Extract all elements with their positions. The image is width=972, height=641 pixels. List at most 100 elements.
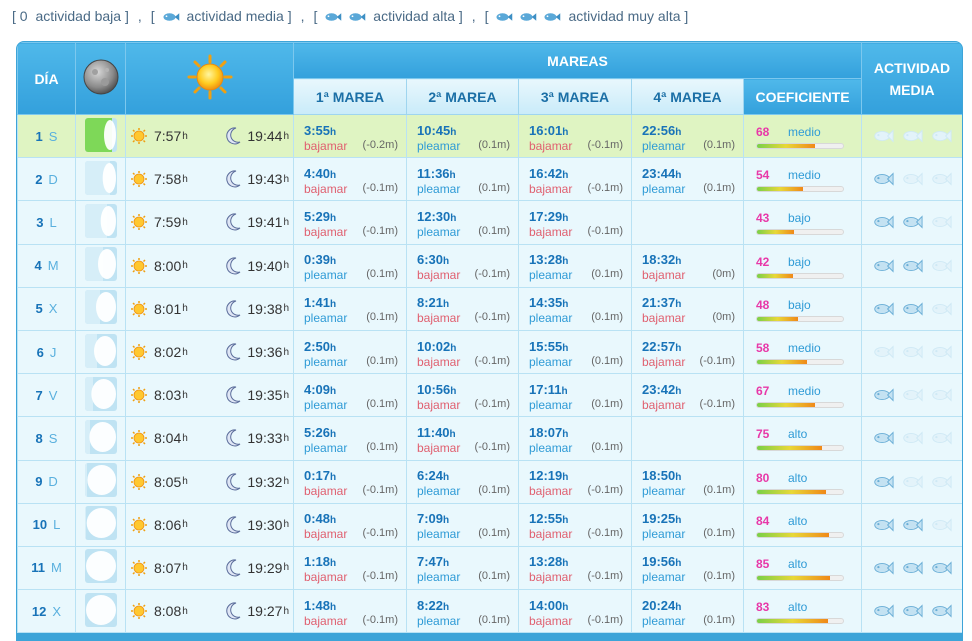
day-row[interactable]: 10 L 8:06 h 19:30 h 0:48h bajamar (-0.1m) 7:09h pl…: [17, 502, 962, 547]
day-number: 12: [31, 603, 47, 619]
tide-type: bajamar: [304, 138, 348, 153]
tide-time: 0:39: [304, 252, 331, 268]
day-number: 4: [34, 258, 42, 274]
tide-time: 16:01: [529, 122, 563, 138]
day-cell: 1S: [17, 113, 76, 159]
coef-bar: [756, 143, 844, 150]
coeficiente-cell: 84 alto: [742, 502, 863, 547]
legend-bracket-close: ]: [458, 8, 463, 24]
hour-unit: h: [330, 385, 337, 397]
fish-inactive-icon: [873, 129, 894, 143]
day-row[interactable]: 6 J 8:02 h 19:36 h 2:50h pleamar (0.1m) 10:02h baj…: [17, 329, 962, 375]
coef-value: 67: [756, 384, 770, 399]
tide-height: (0.1m): [478, 181, 510, 194]
activity-cell: [861, 113, 962, 159]
coef-value: 84: [756, 513, 770, 528]
moon-phase-icon: [84, 160, 117, 195]
tide-time: 17:11: [529, 381, 562, 397]
sunset-moon-icon: [226, 559, 241, 577]
tide-cell: 19:25h pleamar (0.1m): [631, 502, 744, 547]
coef-bar-fill: [757, 403, 815, 408]
coef-word: bajo: [788, 297, 811, 312]
sunset-moon-icon: [226, 213, 241, 231]
sun-times-cell: 8:03 h 19:35 h: [125, 373, 294, 418]
tide-cell: 8:22h pleamar (0.1m): [406, 589, 519, 634]
activity-cell: [861, 545, 962, 591]
tide-height: (0.1m): [366, 440, 398, 453]
tide-height: (0.1m): [366, 311, 398, 324]
tide-time: 19:25: [642, 511, 676, 527]
sun-times-cell: 8:07 h 19:29 h: [125, 545, 294, 591]
coef-value: 42: [756, 254, 770, 269]
coeficiente-cell: 85 alto: [742, 545, 863, 591]
day-row[interactable]: 1 S 7:57 h 19:44 h 3:55h bajamar (-0.2m) 10:45h pl…: [17, 113, 962, 159]
tide-height: (-0.1m): [587, 570, 623, 583]
hour-unit: h: [450, 126, 457, 138]
day-row[interactable]: 4 M 8:00 h 19:40 h 0:39h pleamar (0.1m) 6:30h baja…: [17, 243, 962, 288]
sunset-moon-icon: [226, 170, 241, 188]
day-row[interactable]: 2 D 7:58 h 19:43 h 4:40h bajamar (-0.1m) 11:36h pl…: [17, 157, 962, 202]
day-row[interactable]: 7 V 8:03 h 19:35 h 4:09h pleamar (0.1m) 10:56h baj…: [17, 373, 962, 418]
header-marea-2: 2ª MAREA: [406, 78, 519, 115]
hour-unit: h: [675, 299, 682, 311]
sunrise-time: 8:01: [154, 300, 182, 317]
coeficiente-cell: 80 alto: [742, 459, 863, 504]
weekday: V: [48, 387, 58, 403]
fish-inactive-icon: [903, 172, 923, 186]
hour-unit: h: [182, 432, 188, 444]
tide-time: 18:50: [642, 468, 676, 484]
day-cell: 9D: [17, 459, 76, 504]
sunrise-icon: [131, 257, 147, 274]
header-coeficiente: COEFICIENTE: [742, 78, 863, 115]
tide-type: bajamar: [417, 397, 461, 412]
tide-time: 23:44: [642, 165, 676, 181]
tide-height: (-0.1m): [474, 397, 510, 410]
hour-unit: h: [561, 385, 568, 397]
tide-type: pleamar: [642, 138, 686, 153]
moon-phase-icon: [84, 203, 117, 238]
fish-active-icon: [932, 561, 952, 575]
weekday: S: [48, 128, 58, 144]
coef-value: 43: [756, 211, 770, 226]
tide-type: bajamar: [529, 613, 573, 628]
coef-bar-fill: [757, 230, 794, 235]
day-row[interactable]: 8 S 8:04 h 19:33 h 5:26h pleamar (0.1m) 11:40h baj…: [17, 416, 962, 461]
day-row[interactable]: 5 X 8:01 h 19:38 h 1:41h pleamar (0.1m) 8:21h baja…: [17, 286, 962, 331]
hour-unit: h: [449, 428, 456, 440]
hour-unit: h: [443, 256, 450, 268]
day-number: 6: [36, 344, 44, 360]
tide-time: 0:48: [304, 511, 331, 527]
tide-cell: 17:29h bajamar (-0.1m): [518, 200, 632, 245]
day-cell: 3L: [17, 200, 76, 245]
sunset-time: 19:40: [247, 257, 283, 274]
hour-unit: h: [283, 432, 289, 444]
hour-unit: h: [182, 389, 188, 401]
sun-times-cell: 8:01 h 19:38 h: [125, 286, 294, 331]
tide-type: bajamar: [417, 440, 461, 455]
day-row[interactable]: 12 X 8:08 h 19:27 h 1:48h bajamar (-0.1m) 8:22h pl…: [17, 589, 962, 634]
tide-time: 20:24: [642, 597, 676, 613]
tide-type: pleamar: [304, 354, 348, 369]
sunset-time: 19:41: [247, 214, 283, 231]
hour-unit: h: [182, 476, 188, 488]
tide-cell: 11:40h bajamar (-0.1m): [406, 416, 519, 461]
day-row[interactable]: 11 M 8:07 h 19:29 h 1:18h bajamar (-0.1m) 7:47h pl…: [17, 545, 962, 591]
tide-height: (0.1m): [478, 527, 510, 540]
legend-label: actividad muy alta: [568, 8, 681, 24]
day-cell: 12 X: [17, 589, 76, 634]
sunrise-icon: [131, 128, 147, 145]
hour-unit: h: [562, 515, 569, 527]
tide-time: 14:35: [529, 295, 563, 311]
day-row[interactable]: 9 D 8:05 h 19:32 h 0:17h bajamar (-0.1m) 6:24h ple…: [17, 459, 962, 504]
tide-type: pleamar: [529, 397, 573, 412]
hour-unit: h: [675, 601, 682, 613]
moon-phase-icon: [84, 419, 117, 454]
tide-cell: 12:55h bajamar (-0.1m): [518, 502, 632, 547]
tide-cell: 11:36h pleamar (0.1m): [406, 157, 519, 202]
tide-height: (-0.1m): [474, 440, 510, 453]
day-row[interactable]: 3 L 7:59 h 19:41 h 5:29h bajamar (-0.1m) 12:30h pl…: [17, 200, 962, 245]
moon-phase-cell: [75, 157, 126, 202]
tide-type: pleamar: [529, 440, 573, 455]
tide-cell: 5:26h pleamar (0.1m): [293, 416, 407, 461]
moon-phase-cell: [75, 200, 126, 245]
